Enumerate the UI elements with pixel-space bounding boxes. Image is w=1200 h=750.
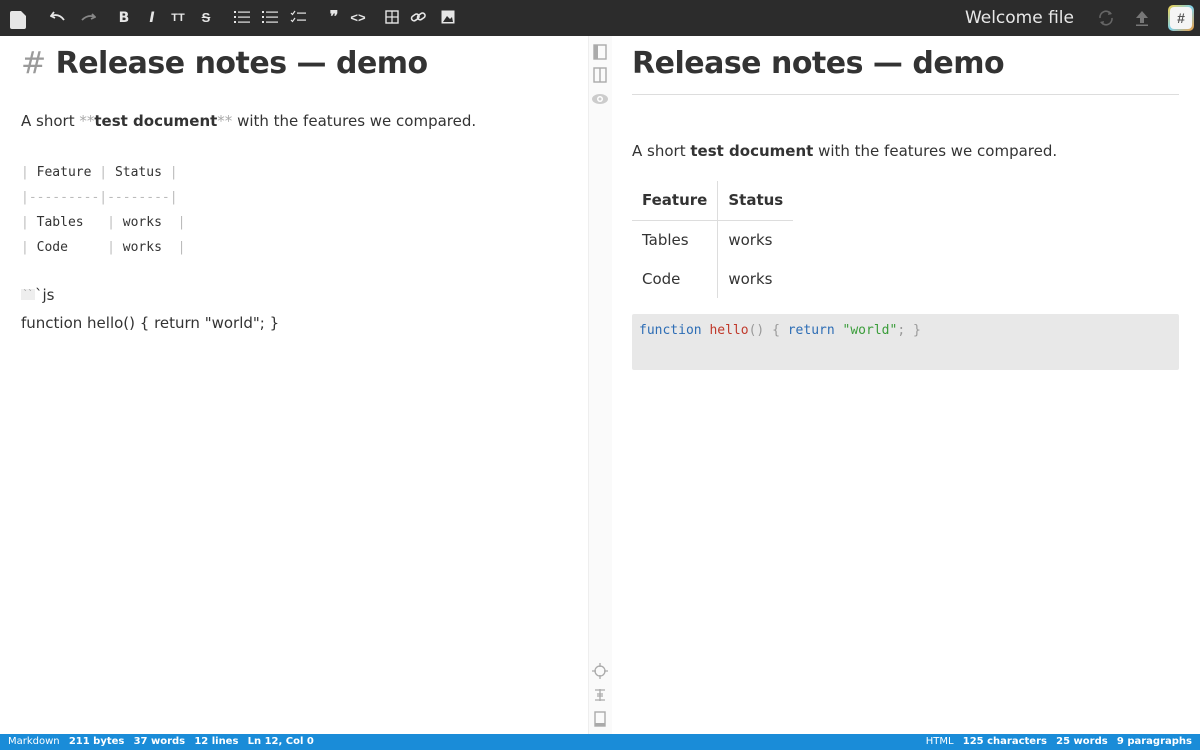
redo-icon[interactable] bbox=[80, 8, 96, 28]
navigation-bar-icon[interactable] bbox=[591, 686, 609, 704]
code-token: hello bbox=[709, 323, 749, 338]
heading-button[interactable]: TT bbox=[170, 8, 186, 28]
preview-table: Feature Status Tables works Code works bbox=[632, 181, 794, 298]
status-bar-toggle-icon[interactable] bbox=[591, 710, 609, 728]
table-icon[interactable] bbox=[384, 8, 400, 28]
code-button[interactable]: <> bbox=[350, 8, 366, 28]
heading-text: Release notes — demo bbox=[55, 46, 429, 81]
paragraphs-count: 9 paragraphs bbox=[1116, 736, 1192, 747]
para-prefix: A short bbox=[21, 112, 75, 130]
toolbar: B I TT S ❞ <> Welcome file # bbox=[0, 0, 1200, 36]
html-preview: Release notes — demo A short test docume… bbox=[612, 36, 1200, 734]
table-header-row: Feature Status bbox=[632, 181, 794, 221]
link-icon[interactable] bbox=[410, 8, 426, 28]
preview-eye-icon[interactable] bbox=[591, 90, 609, 108]
table-header-cell: Feature bbox=[36, 165, 92, 180]
editor-heading: # Release notes — demo bbox=[21, 46, 428, 81]
table-row: Code works bbox=[632, 259, 793, 298]
fence-marker: `` bbox=[21, 289, 35, 300]
table-row-line: | Code | works | bbox=[21, 240, 186, 255]
scroll-sync-icon[interactable] bbox=[591, 662, 609, 680]
para-bold-text: test document bbox=[690, 142, 814, 160]
status-bar: Markdown 211 bytes 37 words 12 lines Ln … bbox=[0, 734, 1200, 750]
table-sep-cell: --------- bbox=[28, 190, 100, 205]
hash-icon: # bbox=[1170, 7, 1192, 29]
para-bold-text: test document bbox=[94, 112, 218, 130]
code-token: () bbox=[748, 323, 765, 338]
bold-button[interactable]: B bbox=[116, 8, 132, 28]
strikethrough-button[interactable]: S bbox=[198, 8, 214, 28]
para-suffix: with the features we compared. bbox=[818, 142, 1058, 160]
table-separator-line: |---------|--------| bbox=[21, 190, 178, 205]
heading-marker: # bbox=[21, 46, 46, 81]
table-sep-cell: -------- bbox=[107, 190, 170, 205]
explorer-icon[interactable] bbox=[10, 9, 26, 29]
preview-paragraph: A short test document with the features … bbox=[632, 142, 1057, 160]
preview-heading: Release notes — demo bbox=[632, 46, 1005, 81]
table-header-line: | Feature | Status | bbox=[21, 165, 178, 180]
table-cell: works bbox=[122, 215, 162, 230]
code-token: ; bbox=[897, 323, 906, 338]
file-title[interactable]: Welcome file bbox=[965, 7, 1074, 29]
para-prefix: A short bbox=[632, 142, 686, 160]
italic-button[interactable]: I bbox=[144, 8, 160, 28]
code-token: } bbox=[912, 323, 921, 338]
bytes-count: 211 bytes bbox=[68, 736, 125, 747]
table-cell: works bbox=[728, 230, 773, 249]
publish-icon[interactable] bbox=[1133, 9, 1151, 27]
editor-paragraph: A short **test document** with the featu… bbox=[21, 112, 476, 130]
table-row: Tables works bbox=[632, 220, 793, 259]
image-icon[interactable] bbox=[440, 8, 456, 28]
fence-lang: `js bbox=[35, 286, 55, 304]
cursor-position: Ln 12, Col 0 bbox=[247, 736, 314, 747]
table-cell: Tables bbox=[36, 215, 84, 230]
code-token: return bbox=[787, 323, 835, 338]
preview-mode-label: HTML bbox=[925, 736, 954, 747]
editor-stats: Markdown 211 bytes 37 words 12 lines Ln … bbox=[8, 734, 314, 750]
code-token: "world" bbox=[842, 323, 898, 338]
heading-rule bbox=[632, 94, 1179, 95]
code-line: function hello() { return "world"; } bbox=[21, 314, 280, 332]
bold-marker-open: ** bbox=[79, 112, 95, 130]
toggle-split-icon[interactable] bbox=[591, 66, 609, 84]
table-header-cell: Feature bbox=[632, 181, 719, 221]
table-cell: works bbox=[728, 269, 773, 288]
editor-mode-label: Markdown bbox=[8, 736, 60, 747]
pane-divider[interactable] bbox=[588, 36, 612, 734]
words-count: 25 words bbox=[1056, 736, 1108, 747]
code-token: { bbox=[772, 323, 780, 338]
unordered-list-icon[interactable] bbox=[234, 8, 250, 28]
lines-count: 12 lines bbox=[194, 736, 239, 747]
para-suffix: with the features we compared. bbox=[237, 112, 477, 130]
undo-icon[interactable] bbox=[50, 8, 66, 28]
code-fence-line: `` `js bbox=[21, 286, 54, 304]
table-row-line: | Tables | works | bbox=[21, 215, 186, 230]
table-header-cell: Status bbox=[717, 181, 794, 221]
words-count: 37 words bbox=[133, 736, 186, 747]
quote-button[interactable]: ❞ bbox=[326, 8, 342, 28]
table-header-cell: Status bbox=[114, 165, 162, 180]
code-token: function bbox=[639, 323, 702, 338]
table-cell: Code bbox=[632, 259, 719, 298]
table-cell: Tables bbox=[632, 220, 719, 259]
bold-marker-close: ** bbox=[217, 112, 233, 130]
checklist-icon[interactable] bbox=[290, 8, 306, 28]
markdown-editor[interactable]: # Release notes — demo A short **test do… bbox=[0, 36, 588, 734]
table-cell: works bbox=[122, 240, 162, 255]
ordered-list-icon[interactable] bbox=[262, 8, 278, 28]
toggle-editor-icon[interactable] bbox=[591, 43, 609, 61]
workspace-hash-button[interactable]: # bbox=[1168, 5, 1194, 31]
table-cell: Code bbox=[36, 240, 68, 255]
preview-stats: HTML 125 characters 25 words 9 paragraph… bbox=[926, 734, 1192, 750]
preview-code-block: function hello() { return "world"; } bbox=[632, 314, 1179, 370]
characters-count: 125 characters bbox=[962, 736, 1047, 747]
sync-icon[interactable] bbox=[1097, 9, 1115, 27]
